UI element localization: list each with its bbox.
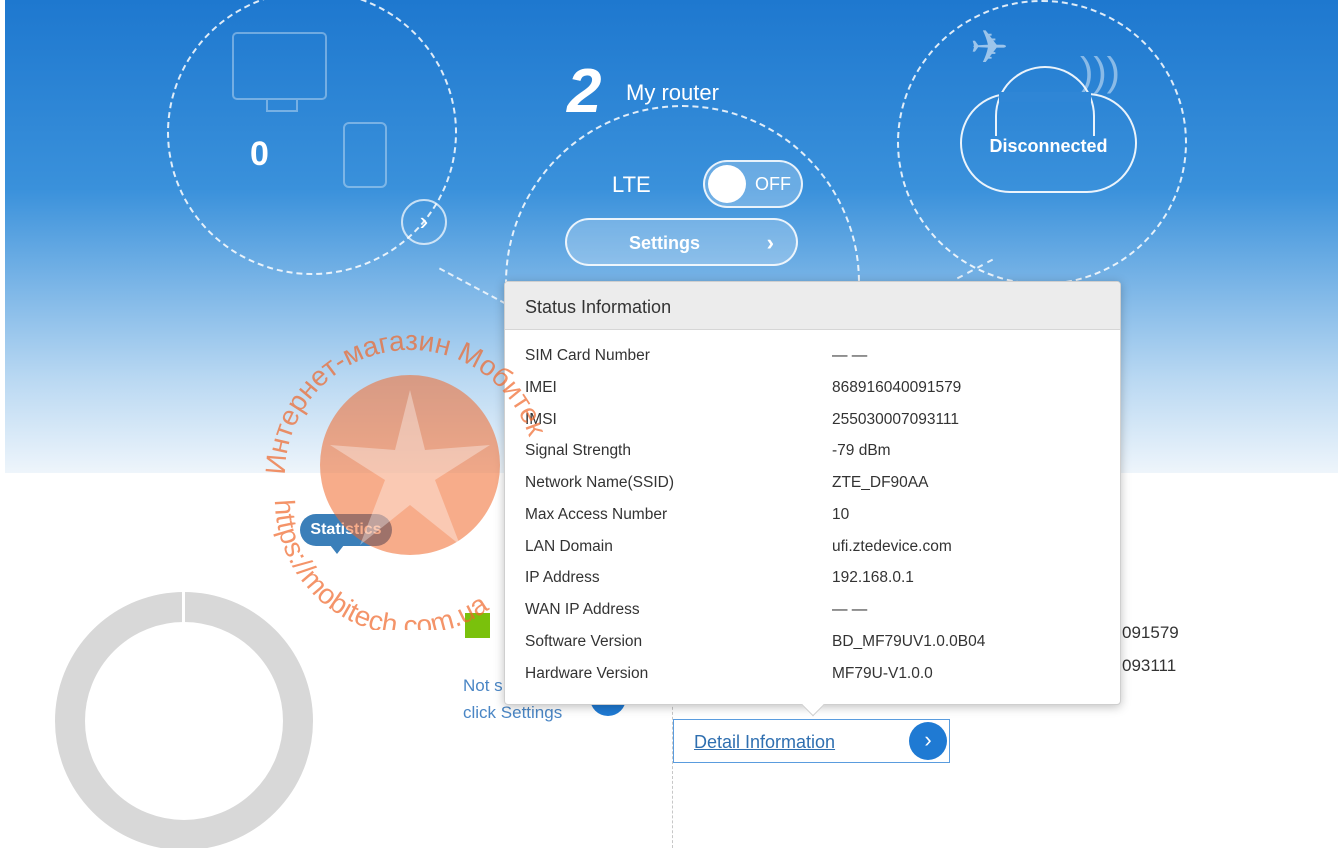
cloud-mask	[999, 92, 1091, 102]
info-value: -79 dBm	[832, 442, 891, 460]
detail-information-button[interactable]: Detail Information ›	[673, 719, 950, 763]
chevron-right-icon: ›	[766, 230, 774, 255]
info-row: Network Name(SSID) ZTE_DF90AA	[505, 468, 1120, 500]
info-label: Network Name(SSID)	[525, 474, 674, 491]
info-row: WAN IP Address — —	[505, 595, 1120, 627]
info-value: — —	[832, 601, 868, 618]
info-label: Max Access Number	[525, 505, 668, 523]
router-settings-button[interactable]: Settings ›	[565, 218, 798, 266]
connected-devices-count: 0	[250, 135, 269, 173]
info-value: BD_MF79UV1.0.0B04	[832, 632, 986, 650]
paper-plane-icon: ✈	[970, 21, 1009, 73]
info-row: Signal Strength -79 dBm	[505, 436, 1120, 468]
info-row: SIM Card Number — —	[505, 341, 1120, 373]
monitor-icon	[232, 32, 327, 112]
info-label: Software Version	[525, 632, 643, 650]
chevron-right-icon: ›	[909, 722, 947, 760]
info-value: 192.168.0.1	[832, 569, 914, 587]
lte-label: LTE	[612, 172, 651, 197]
statistics-tag: Statistics	[300, 514, 392, 554]
info-row: Software Version BD_MF79UV1.0.0B04	[505, 627, 1120, 659]
info-label: SIM Card Number	[525, 347, 650, 364]
toggle-state: OFF	[755, 174, 791, 194]
info-value: 868916040091579	[832, 378, 962, 396]
toggle-knob	[708, 165, 746, 203]
info-value: ZTE_DF90AA	[832, 474, 929, 491]
network-status: Disconnected	[989, 136, 1108, 156]
info-value: — —	[832, 347, 868, 364]
info-label: WAN IP Address	[525, 601, 640, 618]
popup-title: Status Information	[505, 282, 1120, 330]
detail-information-label: Detail Information	[694, 732, 836, 752]
connector-line	[438, 267, 507, 305]
phone-icon	[343, 122, 387, 188]
info-label: LAN Domain	[525, 537, 613, 555]
router-title: My router	[626, 80, 719, 105]
imei-partial: 091579	[1122, 623, 1179, 642]
lte-toggle[interactable]: OFF	[703, 160, 803, 208]
donut-gap	[182, 590, 185, 626]
info-value: ufi.ztedevice.com	[832, 537, 952, 555]
devices-arrow-button[interactable]: ›	[401, 199, 447, 245]
info-label: Signal Strength	[525, 442, 631, 460]
legend-color-box	[465, 613, 490, 638]
info-row: LAN Domain ufi.ztedevice.com	[505, 532, 1120, 564]
info-label: IP Address	[525, 569, 600, 587]
data-usage-donut	[55, 592, 313, 848]
settings-label: Settings	[629, 233, 701, 253]
info-label: IMSI	[525, 410, 557, 428]
info-label: Hardware Version	[525, 664, 649, 682]
info-value: 10	[832, 505, 850, 523]
info-row: IMEI 868916040091579	[505, 373, 1120, 405]
popup-pointer	[801, 693, 825, 717]
info-label: IMEI	[525, 378, 557, 396]
info-list: SIM Card Number — — IMEI 868916040091579 I…	[505, 341, 1120, 690]
status-information-popup: Status Information SIM Card Number — — IM…	[504, 281, 1121, 717]
info-row: Hardware Version MF79U-V1.0.0	[505, 659, 1120, 691]
info-row: IP Address 192.168.0.1	[505, 563, 1120, 595]
info-row: Max Access Number 10	[505, 500, 1120, 532]
router-number: 2	[567, 57, 602, 126]
info-value: MF79U-V1.0.0	[832, 664, 933, 682]
info-row: IMSI 255030007093111	[505, 405, 1120, 437]
info-value: 255030007093111	[832, 410, 960, 428]
imsi-partial: 093111	[1122, 656, 1177, 675]
